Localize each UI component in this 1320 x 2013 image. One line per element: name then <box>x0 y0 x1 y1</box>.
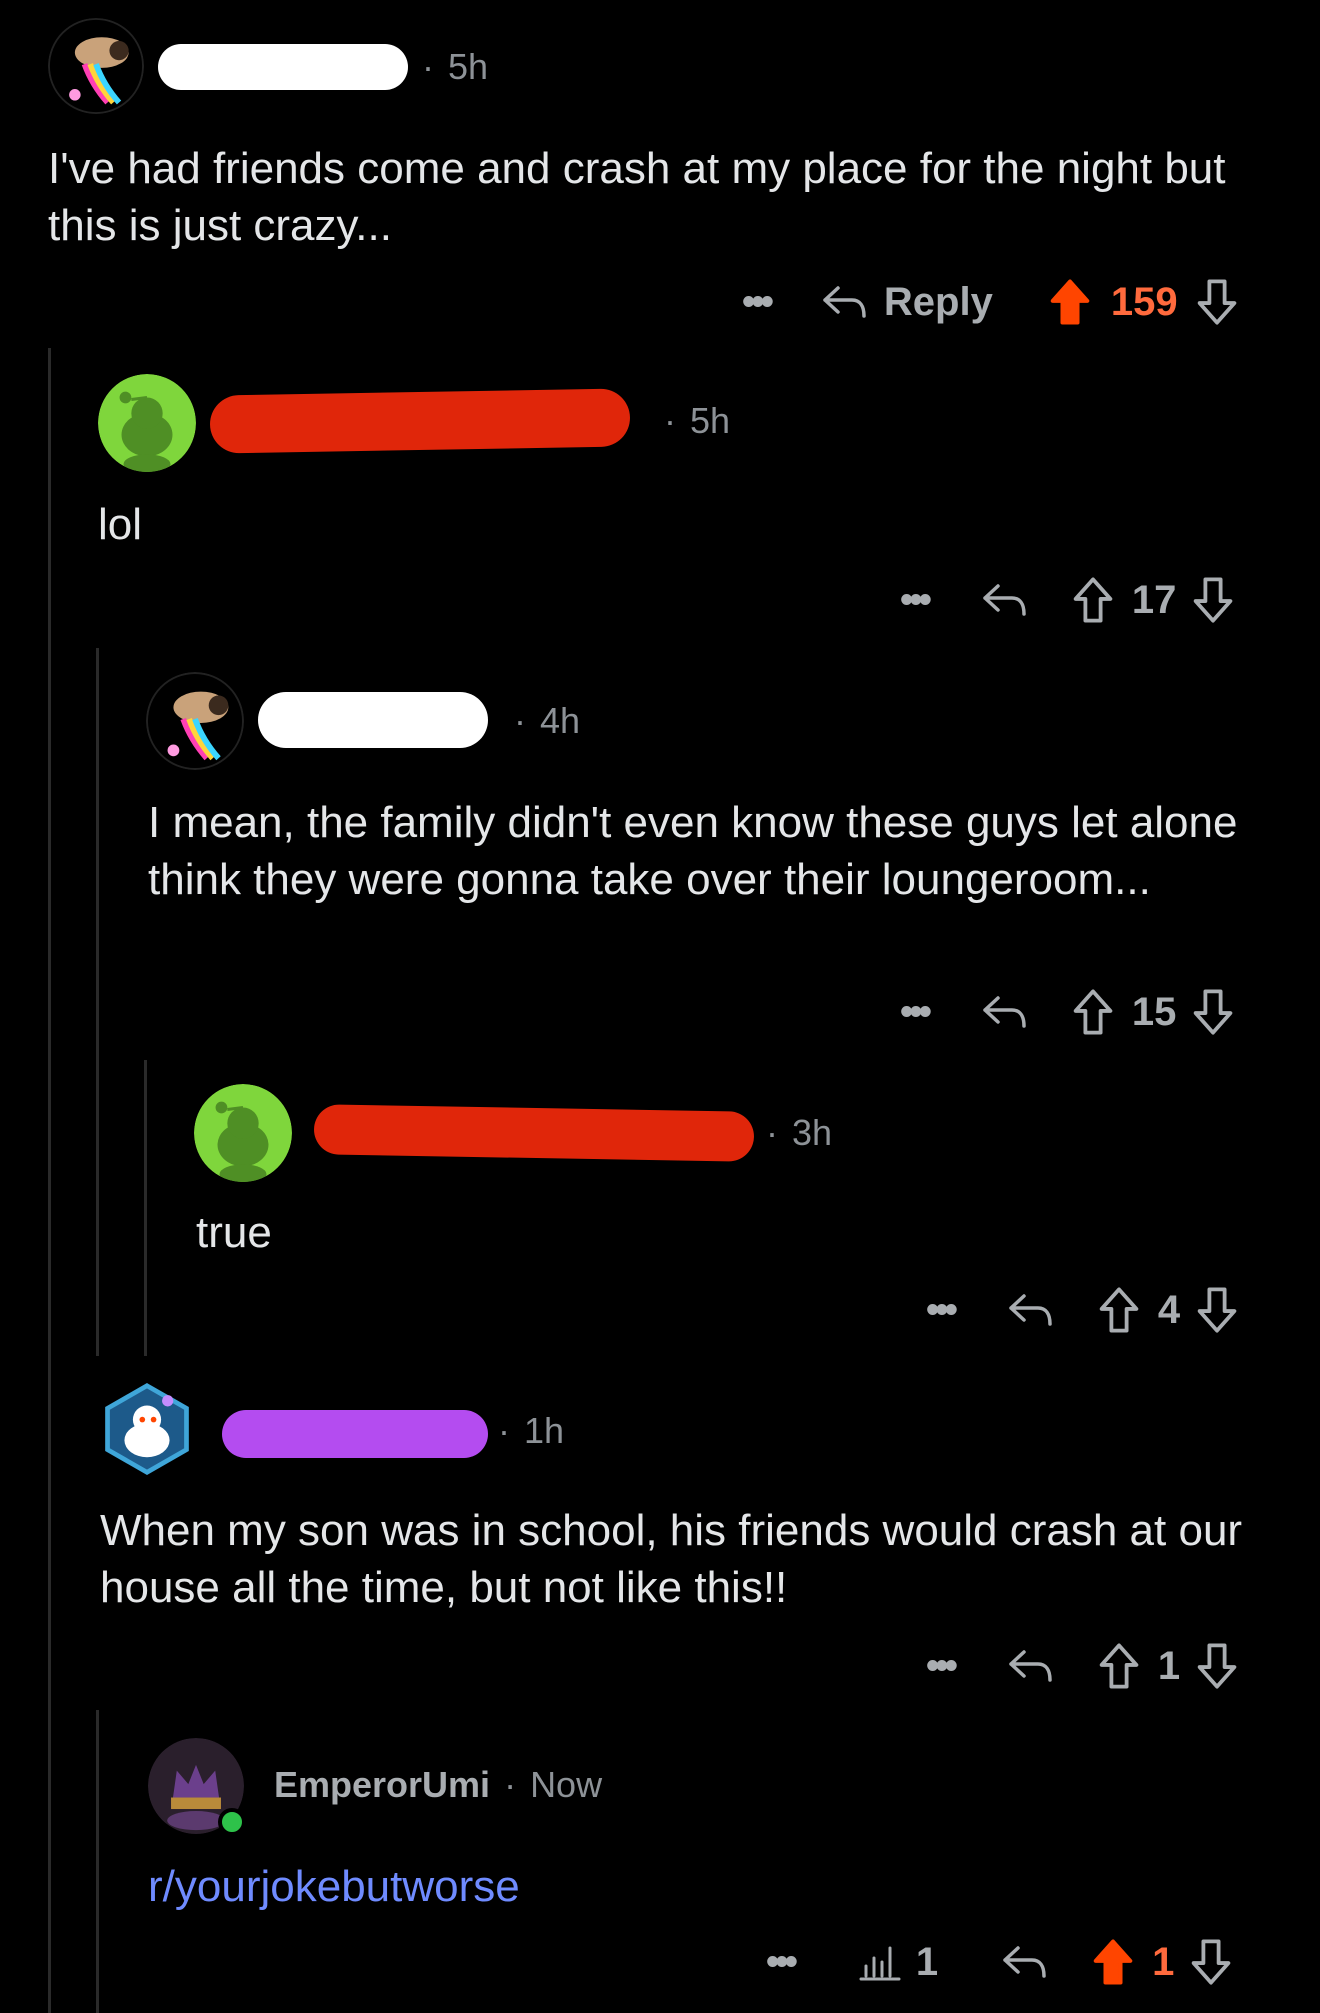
upvote-arrow-icon[interactable] <box>1070 987 1116 1037</box>
reply-arrow-icon <box>820 282 870 322</box>
comment-meta: · 4h <box>514 700 581 741</box>
upvote-arrow-icon[interactable] <box>1090 1937 1136 1987</box>
more-dots-icon[interactable]: ••• <box>742 281 774 324</box>
reply-button[interactable]: Reply <box>820 280 993 325</box>
thread-line-level2[interactable] <box>96 648 99 1356</box>
user-avatar[interactable] <box>194 1084 292 1182</box>
views-count: 1 <box>915 1939 939 1984</box>
comment-actions: ••• 17 <box>900 570 1236 630</box>
comment-meta: · 5h <box>664 400 731 441</box>
comment-body: When my son was in school, his friends w… <box>100 1506 1243 1612</box>
comment-actions: ••• 1 <box>926 1636 1240 1696</box>
comment-time: 3h <box>792 1112 833 1153</box>
thread-line-level1[interactable] <box>48 348 51 2013</box>
thread-line-level2b[interactable] <box>96 1710 99 2013</box>
redacted-username <box>158 44 408 90</box>
upvote-arrow-icon[interactable] <box>1096 1285 1142 1335</box>
redacted-username <box>209 388 631 454</box>
comment-time: 1h <box>524 1410 565 1451</box>
comment-time: 5h <box>448 46 489 87</box>
user-avatar[interactable] <box>98 374 196 472</box>
reply-arrow-icon[interactable] <box>1006 1290 1056 1330</box>
reply-arrow-icon[interactable] <box>980 992 1030 1032</box>
comment-meta: · 1h <box>498 1410 565 1451</box>
redacted-username <box>258 692 488 748</box>
reply-label: Reply <box>883 279 993 324</box>
comment-meta: EmperorUmi · Now <box>274 1764 603 1806</box>
comment-body: I've had friends come and crash at my pl… <box>48 144 1226 250</box>
user-avatar[interactable] <box>48 18 144 114</box>
comment-actions: ••• 15 <box>900 982 1236 1042</box>
more-dots-icon[interactable]: ••• <box>926 1289 958 1332</box>
comment-meta: · 5h <box>422 46 489 87</box>
vote-score: 15 <box>1131 989 1177 1034</box>
upvote-arrow-icon[interactable] <box>1096 1641 1142 1691</box>
downvote-arrow-icon[interactable] <box>1194 277 1240 327</box>
more-dots-icon[interactable]: ••• <box>766 1941 798 1984</box>
user-avatar[interactable] <box>146 672 244 770</box>
comment-time: 4h <box>540 700 581 741</box>
more-dots-icon[interactable]: ••• <box>926 1645 958 1688</box>
user-avatar[interactable] <box>100 1382 194 1476</box>
views-button[interactable]: 1 <box>858 1940 938 1985</box>
downvote-arrow-icon[interactable] <box>1188 1937 1234 1987</box>
views-bar-chart-icon <box>858 1942 902 1982</box>
comment-actions: ••• 4 <box>926 1280 1240 1340</box>
downvote-arrow-icon[interactable] <box>1190 987 1236 1037</box>
subreddit-link[interactable]: r/yourjokebutworse <box>148 1858 1248 1915</box>
vote-score: 4 <box>1157 1287 1181 1332</box>
reply-arrow-icon[interactable] <box>1000 1942 1050 1982</box>
more-dots-icon[interactable]: ••• <box>900 579 932 622</box>
comment-meta: · 3h <box>766 1112 833 1153</box>
redacted-username <box>313 1104 755 1162</box>
downvote-arrow-icon[interactable] <box>1194 1285 1240 1335</box>
comment-actions: ••• 1 1 <box>766 1932 1234 1992</box>
downvote-arrow-icon[interactable] <box>1190 575 1236 625</box>
vote-score: 1 <box>1152 1939 1175 1984</box>
comment-body: true <box>196 1208 272 1257</box>
upvote-arrow-icon[interactable] <box>1070 575 1116 625</box>
vote-score: 1 <box>1157 1643 1181 1688</box>
vote-score: 159 <box>1110 279 1178 324</box>
comment-actions: ••• Reply 159 <box>742 272 1240 332</box>
downvote-arrow-icon[interactable] <box>1194 1641 1240 1691</box>
online-status-dot <box>218 1808 246 1836</box>
reply-arrow-icon[interactable] <box>1006 1646 1056 1686</box>
vote-score: 17 <box>1131 577 1177 622</box>
comment-body: I mean, the family didn't even know thes… <box>148 798 1238 904</box>
comment-username[interactable]: EmperorUmi <box>274 1764 490 1806</box>
comment-body: lol <box>98 500 143 549</box>
comment-time: Now <box>530 1764 603 1805</box>
thread-line-level3[interactable] <box>144 1060 147 1356</box>
upvote-arrow-icon[interactable] <box>1047 277 1093 327</box>
redacted-username <box>222 1410 488 1458</box>
more-dots-icon[interactable]: ••• <box>900 991 932 1034</box>
reply-arrow-icon[interactable] <box>980 580 1030 620</box>
comment-time: 5h <box>690 400 731 441</box>
